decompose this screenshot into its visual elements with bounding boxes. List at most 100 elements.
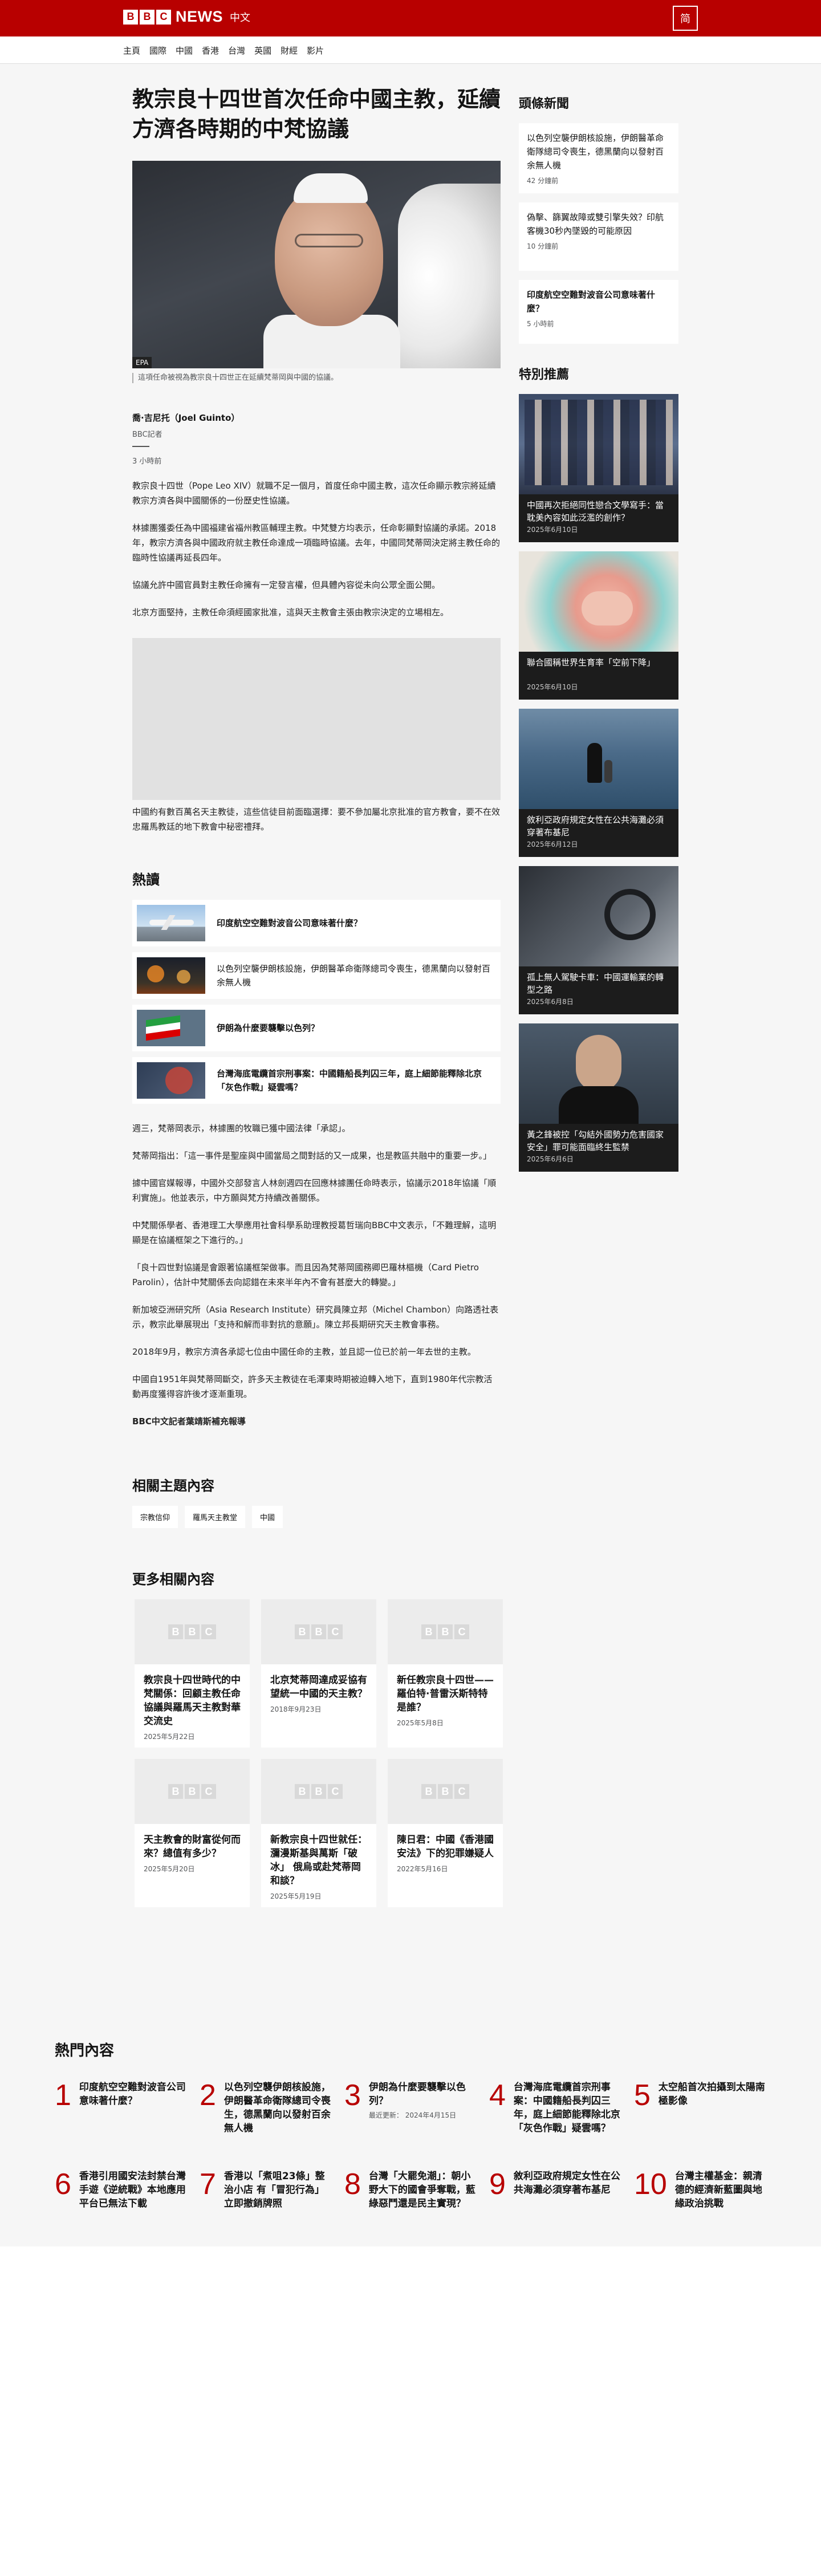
most-read-item[interactable]: 8 台灣「大罷免潮」：朝小野大下的國會爭奪戰，藍綠惡鬥還是民主實現？ [344,2169,477,2211]
featured-item[interactable]: 中國再次拒絕同性戀合文學寫手：當耽美內容如此泛濫的創作？ 2025年6月10日 [519,394,678,542]
topic-tag[interactable]: 中國 [252,1506,283,1528]
topic-tag[interactable]: 宗教信仰 [132,1506,178,1528]
bbc-placeholder-image: BBC [135,1599,250,1664]
rank-number: 10 [634,2168,667,2201]
article-paragraph: 據中國官媒報導，中國外交部發言人林劍週四在回應林據團任命時表示，協議示2018年… [132,1178,497,1203]
nav-item-video[interactable]: 影片 [307,44,324,56]
brand-news: NEWS [176,8,223,25]
featured-item[interactable]: 孤上無人駕駛卡車：中國運輸業的轉型之路 2025年6月8日 [519,866,678,1014]
supplementary-reporting: BBC中文記者葉靖斯補充報導 [132,1416,246,1427]
related-cards: BBC 教宗良十四世時代的中梵關係：回顧主教任命協議與羅馬天主教對華交流史 20… [135,1599,503,1907]
featured-title: 黃之鋒被控「勾結外國勢力危害國家安全」罪可能面臨終生監禁 [527,1129,664,1152]
most-read-title: 香港以「煮咀23條」整治小店 有「冒犯行為」立即撤銷牌照 [223,2171,325,2209]
top-story-item[interactable]: 偽擊、篩翼故障或雙引擎失效？印航客機30秒內墜毀的可能原因 10 分鐘前 [519,202,678,271]
related-topics-heading: 相關主題內容 [132,1478,214,1494]
featured-item[interactable]: 聯合國稱世界生育率「空前下降」 2025年6月10日 [519,551,678,700]
hot-read-item[interactable]: 以色列空襲伊朗核設施，伊朗醫革命衛隊總司令喪生，德黑蘭向以發射百余無人機 [132,952,501,999]
article-paragraph: 協議允許中國官員對主教任命擁有一定發言權，但具體內容從未向公眾全面公開。 [132,580,441,590]
featured-title: 聯合國稱世界生育率「空前下降」 [527,657,656,668]
featured-image [519,394,678,494]
related-card-title: 新教宗良十四世就任：瀰漫斯基與萬斯「破冰」 俄烏或赴梵蒂岡和談？ [270,1834,367,1887]
related-card-title: 陳日君：中國《香港國安法》下的犯罪嫌疑人 [397,1834,494,1859]
related-card[interactable]: BBC 新任教宗良十四世——羅伯特·普雷沃斯特特是誰？ 2025年5月8日 [388,1599,503,1748]
image-caption: 這項任命被視為教宗良十四世正在延續梵蒂岡與中國的協議。 [132,373,501,383]
article-paragraph: 林據團獲委任為中國福建省福州教區輔理主教。中梵雙方均表示，任命彰顯對協議的承諾。… [132,523,501,563]
related-card-date: 2025年5月8日 [397,1719,444,1727]
featured-title: 敘利亞政府規定女性在公共海灘必須穿著布基尼 [527,815,664,838]
featured-image [519,866,678,966]
related-card-date: 2022年5月16日 [397,1865,448,1873]
most-read-item[interactable]: 6 香港引用國安法封禁台灣手遊《逆統戰》本地應用平台已無法下載 [55,2169,187,2211]
most-read-title: 敘利亞政府規定女性在公共海灘必須穿著布基尼 [513,2171,620,2196]
topic-tags: 宗教信仰 羅馬天主教堂 中國 [132,1506,501,1528]
top-story-time: 5 小時前 [527,320,554,328]
nav-item-taiwan[interactable]: 台灣 [228,44,245,56]
most-read-item[interactable]: 5 太空船首次拍攝到太陽南極影像 [634,2081,766,2135]
nav-item-home[interactable]: 主頁 [123,44,140,56]
top-story-time: 10 分鐘前 [527,242,559,250]
hot-read-item[interactable]: 伊朗為什麼要襲擊以色列？ [132,1005,501,1051]
nav-item-uk[interactable]: 英國 [254,44,271,56]
related-card-title: 新任教宗良十四世——羅伯特·普雷沃斯特特是誰？ [397,1675,494,1713]
hot-read-item[interactable]: 印度航空空難對波音公司意味著什麼？ [132,900,501,946]
simplified-chinese-switch-button[interactable]: 简 [673,6,698,31]
most-read-item[interactable]: 4 台灣海底電纜首宗刑事案：中國籍船長判囚三年，庭上細節能釋除北京「灰色作戰」疑雲… [489,2081,621,2135]
featured-item[interactable]: 黃之鋒被控「勾結外國勢力危害國家安全」罪可能面臨終生監禁 2025年6月6日 [519,1023,678,1172]
related-card-title: 北京梵蒂岡達成妥協有望統一中國的天主教？ [270,1675,367,1700]
related-card[interactable]: BBC 北京梵蒂岡達成妥協有望統一中國的天主教？ 2018年9月23日 [261,1599,376,1748]
featured-date: 2025年6月6日 [527,1155,574,1163]
advertisement-slot [132,638,501,800]
article-paragraph: 梵蒂岡指出：「這一事件是聖座與中國當局之間對話的又一成果，也是教區共融中的重要一… [132,1151,492,1161]
featured-image [519,1023,678,1124]
most-read-item[interactable]: 2 以色列空襲伊朗核設施，伊朗醫革命衛隊總司令喪生，德黑蘭向以發射百余無人機 [200,2081,332,2135]
rank-number: 8 [344,2168,361,2201]
article-paragraph: 週三，梵蒂岡表示，林據團的牧職已獲中國法律「承認」。 [132,1123,351,1133]
rank-number: 4 [489,2079,506,2112]
article-paragraph: 2018年9月，教宗方濟各承認七位由中國任命的主教，並且認一位已於前一年去世的主… [132,1347,476,1357]
related-card-date: 2025年5月20日 [144,1865,195,1873]
author-role: BBC記者 [132,430,162,439]
related-card[interactable]: BBC 陳日君：中國《香港國安法》下的犯罪嫌疑人 2022年5月16日 [388,1759,503,1907]
featured-date: 2025年6月12日 [527,840,578,848]
featured-date: 2025年6月8日 [527,998,574,1006]
bbc-logo-link[interactable]: B B C NEWS 中文 [123,8,250,26]
top-story-title: 印度航空空難對波音公司意味著什麼？ [527,290,656,314]
featured-item[interactable]: 敘利亞政府規定女性在公共海灘必須穿著布基尼 2025年6月12日 [519,709,678,857]
nav-item-international[interactable]: 國際 [149,44,166,56]
footer-blank-area [0,2246,821,2576]
article: 教宗良十四世首次任命中國主教，延續方濟各時期的中梵協議 EPA 這項任命被視為教… [132,84,503,1907]
nav-list: 主頁 國際 中國 香港 台灣 英國 財經 影片 [123,44,324,56]
bbc-placeholder-image: BBC [261,1759,376,1824]
related-card[interactable]: BBC 天主教會的財富從何而來？總值有多少？ 2025年5月20日 [135,1759,250,1907]
nav-item-china[interactable]: 中國 [176,44,193,56]
related-card[interactable]: BBC 教宗良十四世時代的中梵關係：回顧主教任命協議與羅馬天主教對華交流史 20… [135,1599,250,1748]
featured-image [519,709,678,809]
hot-read-item[interactable]: 台灣海底電纜首宗刑事案：中國籍船長判囚三年，庭上細節能釋除北京「灰色作戰」疑雲嗎… [132,1057,501,1104]
most-read-item[interactable]: 9 敘利亞政府規定女性在公共海灘必須穿著布基尼 [489,2169,621,2211]
most-read-title: 台灣海底電纜首宗刑事案：中國籍船長判囚三年，庭上細節能釋除北京「灰色作戰」疑雲嗎… [513,2082,620,2134]
article-paragraph: 北京方面堅持，主教任命須經國家批准，這與天主教會主張由教宗決定的立場相左。 [132,607,449,617]
most-read-title: 太空船首次拍攝到太陽南極影像 [658,2082,765,2107]
article-paragraph: 教宗良十四世（Pope Leo XIV）就職不足一個月，首度任命中國主教，這次任… [132,481,496,506]
related-card[interactable]: BBC 新教宗良十四世就任：瀰漫斯基與萬斯「破冰」 俄烏或赴梵蒂岡和談？ 202… [261,1759,376,1907]
nav-item-hongkong[interactable]: 香港 [202,44,219,56]
rank-number: 1 [55,2079,71,2112]
most-read-heading: 熱門內容 [55,2042,115,2059]
article-paragraph: 中國自1951年與梵蒂岡斷交，許多天主教徒在毛澤東時期被迫轉入地下，直到1980… [132,1374,493,1399]
related-card-date: 2025年5月19日 [270,1892,322,1900]
most-read-item[interactable]: 1 印度航空空難對波音公司意味著什麼？ [55,2081,187,2135]
topic-tag[interactable]: 羅馬天主教堂 [185,1506,246,1528]
page: B B C NEWS 中文 简 主頁 國際 中國 香港 台灣 英國 財經 影片 … [0,0,821,2576]
nav-item-finance[interactable]: 財經 [281,44,298,56]
top-story-item[interactable]: 印度航空空難對波音公司意味著什麼？ 5 小時前 [519,280,678,344]
rank-number: 9 [489,2168,506,2201]
most-read-item[interactable]: 3 伊朗為什麼要襲擊以色列？ 最近更新： 2024年4月15日 [344,2081,477,2135]
most-read-item[interactable]: 7 香港以「煮咀23條」整治小店 有「冒犯行為」立即撤銷牌照 [200,2169,332,2211]
related-card-date: 2018年9月23日 [270,1705,322,1713]
top-story-item[interactable]: 以色列空襲伊朗核設施，伊朗醫革命衛隊總司令喪生，德黑蘭向以發射百余無人機 42 … [519,123,678,193]
byline: 喬·吉尼托（Joel Guinto） BBC記者 3 小時前 [132,412,501,466]
most-read-title: 以色列空襲伊朗核設施，伊朗醫革命衛隊總司令喪生，德黑蘭向以發射百余無人機 [223,2082,331,2134]
top-story-time: 42 分鐘前 [527,177,559,185]
most-read-item[interactable]: 10 台灣主權基金：親清德的經濟新藍圖與地緣政治挑戰 [634,2169,766,2211]
most-read-title: 台灣主權基金：親清德的經濟新藍圖與地緣政治挑戰 [674,2171,762,2209]
